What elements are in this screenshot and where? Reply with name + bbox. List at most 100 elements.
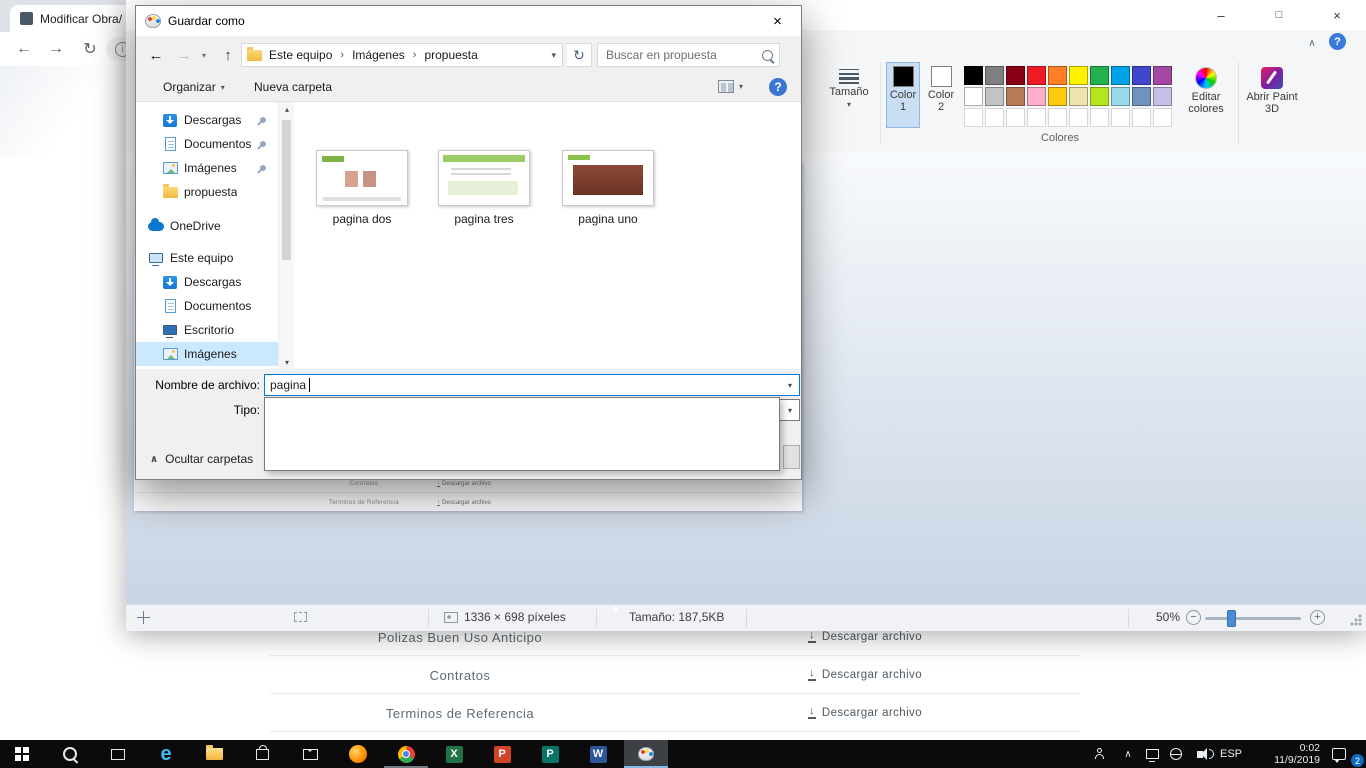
browser-forward-icon[interactable]: → [44, 38, 68, 60]
color1-button[interactable]: Color 1 [886, 62, 920, 128]
sidebar-item-este-equipo[interactable]: Este equipo [136, 246, 278, 270]
breadcrumb-pictures[interactable]: Imágenes [347, 48, 410, 62]
filetype-dropdown-icon[interactable]: ▾ [780, 400, 799, 420]
palette-color[interactable] [1132, 87, 1151, 106]
taskbar-powerpoint-button[interactable]: P [480, 740, 524, 768]
volume-button[interactable] [1186, 740, 1214, 768]
zoom-slider[interactable] [1205, 617, 1301, 620]
maximize-button[interactable]: □ [1250, 0, 1308, 30]
sidebar-item-escritorio[interactable]: Escritorio [136, 318, 278, 342]
taskbar-edge-button[interactable]: e [144, 740, 188, 768]
autocomplete-dropdown[interactable] [264, 397, 780, 471]
up-button[interactable]: ↑ [216, 43, 240, 67]
file-item[interactable]: pagina uno [552, 150, 664, 226]
sidebar-item-descargas-pc[interactable]: Descargas [136, 270, 278, 294]
scroll-up-icon[interactable]: ▴ [279, 102, 295, 116]
clock[interactable]: 0:02 11/9/2019 [1248, 740, 1320, 768]
new-folder-button[interactable]: Nueva carpeta [254, 80, 332, 94]
sidebar-item-imagenes[interactable]: Imágenes [136, 156, 278, 180]
palette-empty-slot[interactable] [1132, 108, 1151, 127]
taskbar-taskview-button[interactable] [96, 740, 140, 768]
palette-empty-slot[interactable] [1006, 108, 1025, 127]
taskbar-excel-button[interactable]: X [432, 740, 476, 768]
browser-back-icon[interactable]: ← [12, 38, 36, 60]
ethernet-status[interactable] [1140, 740, 1164, 768]
address-dropdown-icon[interactable]: ▾ [545, 50, 562, 61]
palette-empty-slot[interactable] [964, 108, 983, 127]
taskbar-store-button[interactable] [240, 740, 284, 768]
palette-color[interactable] [964, 87, 983, 106]
breadcrumb-propuesta[interactable]: propuesta [419, 48, 482, 62]
search-box[interactable] [597, 43, 780, 67]
palette-color[interactable] [1006, 66, 1025, 85]
taskbar-mail-button[interactable] [288, 740, 332, 768]
sidebar-item-propuesta[interactable]: propuesta [136, 180, 278, 204]
palette-empty-slot[interactable] [1111, 108, 1130, 127]
file-item[interactable]: pagina tres [428, 150, 540, 226]
palette-color[interactable] [1090, 87, 1109, 106]
palette-empty-slot[interactable] [1090, 108, 1109, 127]
palette-color[interactable] [1069, 87, 1088, 106]
palette-color[interactable] [1006, 87, 1025, 106]
download-link[interactable]: ↓Descargar archivo [650, 656, 1080, 694]
language-indicator[interactable]: ESP [1214, 740, 1248, 768]
change-view-button[interactable]: ▾ [718, 80, 743, 93]
filename-input[interactable]: pagina ▾ [264, 374, 800, 396]
scrollbar-thumb[interactable] [282, 120, 291, 260]
refresh-button[interactable]: ↻ [567, 43, 592, 67]
filename-dropdown-icon[interactable]: ▾ [780, 375, 799, 395]
palette-color[interactable] [1048, 87, 1067, 106]
zoom-out-button[interactable]: − [1186, 610, 1201, 625]
taskbar-chrome-button[interactable] [384, 740, 428, 768]
palette-color[interactable] [1069, 66, 1088, 85]
save-button-partial[interactable] [783, 445, 800, 469]
palette-color[interactable] [1153, 87, 1172, 106]
browser-refresh-icon[interactable]: ↻ [78, 38, 102, 60]
action-center-button[interactable] [1324, 740, 1354, 768]
people-button[interactable] [1086, 740, 1114, 768]
palette-empty-slot[interactable] [985, 108, 1004, 127]
close-button[interactable]: × [1308, 0, 1366, 30]
zoom-slider-thumb[interactable] [1227, 610, 1236, 627]
sidebar-item-imagenes-pc-selected[interactable]: Imágenes [136, 342, 278, 366]
taskbar-paint-button[interactable] [624, 740, 668, 768]
search-icon[interactable] [762, 50, 773, 61]
palette-color[interactable] [985, 87, 1004, 106]
taskbar-search-button[interactable] [48, 740, 92, 768]
sidebar-scrollbar[interactable]: ▴ ▾ [278, 102, 294, 369]
help-button[interactable]: ? [769, 78, 787, 96]
palette-empty-slot[interactable] [1153, 108, 1172, 127]
palette-empty-slot[interactable] [1027, 108, 1046, 127]
forward-button[interactable]: → [172, 43, 196, 67]
back-button[interactable]: ← [144, 43, 168, 67]
taskbar-publisher-button[interactable]: P [528, 740, 572, 768]
minimize-button[interactable]: – [1192, 0, 1250, 30]
size-button[interactable]: Tamaño ▾ [826, 62, 872, 144]
sidebar-item-documentos[interactable]: Documentos [136, 132, 278, 156]
color2-button[interactable]: Color 2 [924, 62, 958, 128]
palette-color[interactable] [964, 66, 983, 85]
tray-expand-button[interactable]: ∧ [1116, 740, 1140, 768]
taskbar-firefox-button[interactable] [336, 740, 380, 768]
palette-color[interactable] [1048, 66, 1067, 85]
download-link[interactable]: ↓Descargar archivo [650, 694, 1080, 732]
file-item[interactable]: pagina dos [306, 150, 418, 226]
taskbar-word-button[interactable]: W [576, 740, 620, 768]
palette-color[interactable] [1090, 66, 1109, 85]
palette-color[interactable] [1027, 66, 1046, 85]
palette-color[interactable] [1132, 66, 1151, 85]
edit-colors-button[interactable]: Editar colores [1180, 62, 1232, 132]
paint-help-icon[interactable]: ? [1329, 33, 1346, 50]
palette-color[interactable] [985, 66, 1004, 85]
organize-button[interactable]: Organizar ▾ [163, 80, 225, 94]
taskbar-explorer-button[interactable] [192, 740, 236, 768]
palette-empty-slot[interactable] [1069, 108, 1088, 127]
sidebar-item-descargas[interactable]: Descargas [136, 108, 278, 132]
palette-empty-slot[interactable] [1048, 108, 1067, 127]
breadcrumb-this-pc[interactable]: Este equipo [264, 48, 337, 62]
palette-color[interactable] [1111, 87, 1130, 106]
taskbar-start-button[interactable] [0, 740, 44, 768]
recent-locations-chevron-icon[interactable]: ▾ [198, 43, 210, 67]
palette-color[interactable] [1027, 87, 1046, 106]
hide-folders-button[interactable]: ∧ Ocultar carpetas [150, 449, 253, 469]
